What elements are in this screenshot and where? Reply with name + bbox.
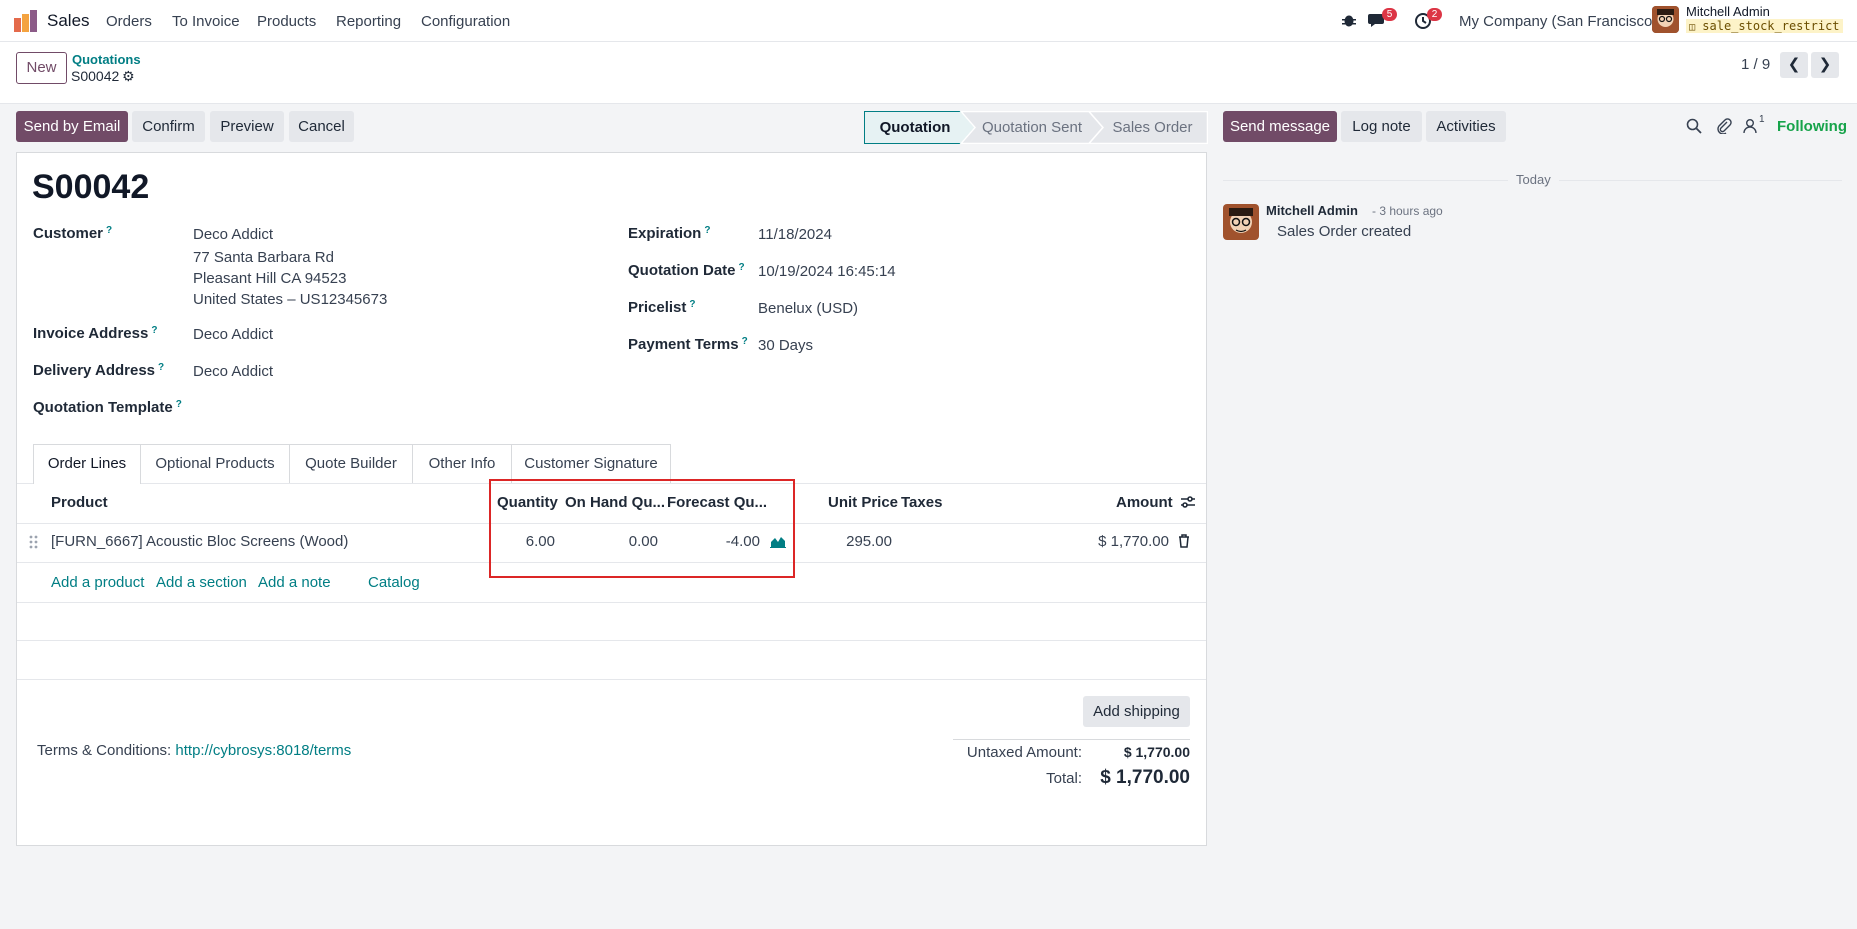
following-button[interactable]: Following <box>1777 118 1847 135</box>
company-switcher[interactable]: My Company (San Francisco) <box>1459 13 1657 30</box>
control-panel: New Quotations S00042 ⚙ 1 / 9 ❮ ❯ <box>0 42 1857 104</box>
user-name[interactable]: Mitchell Admin <box>1686 4 1770 19</box>
invoice-address-label: Invoice Address? <box>33 325 158 342</box>
menu-reporting[interactable]: Reporting <box>336 13 401 30</box>
catalog-link[interactable]: Catalog <box>368 574 420 591</box>
database-name: sale_stock_restrict <box>1702 19 1840 33</box>
message-author-avatar[interactable] <box>1223 204 1259 240</box>
send-by-email-button[interactable]: Send by Email <box>16 111 128 142</box>
message-time: - 3 hours ago <box>1372 204 1443 218</box>
delete-trash-icon[interactable] <box>1178 534 1190 548</box>
pricelist-label: Pricelist? <box>628 299 696 316</box>
followers-user-icon[interactable] <box>1743 118 1757 134</box>
untaxed-amount-value: $ 1,770.00 <box>1123 744 1190 760</box>
tab-order-lines[interactable]: Order Lines <box>33 444 141 484</box>
menu-products[interactable]: Products <box>257 13 316 30</box>
top-navbar: Sales Orders To Invoice Products Reporti… <box>0 0 1857 42</box>
user-avatar[interactable] <box>1652 6 1679 33</box>
quotation-template-label: Quotation Template? <box>33 399 182 416</box>
cancel-button[interactable]: Cancel <box>289 111 354 142</box>
activities-button[interactable]: Activities <box>1426 111 1506 142</box>
empty-row-divider-3 <box>17 679 1206 680</box>
database-badge: ◫ sale_stock_restrict <box>1686 19 1843 33</box>
column-amount[interactable]: Amount <box>1116 494 1173 511</box>
debug-bug-icon[interactable] <box>1341 12 1357 28</box>
add-section-link[interactable]: Add a section <box>156 574 247 591</box>
quotation-date-field[interactable]: 10/19/2024 16:45:14 <box>758 263 896 280</box>
tab-customer-signature[interactable]: Customer Signature <box>511 444 671 483</box>
customer-address-line3: United States – US12345673 <box>193 291 388 308</box>
record-name: S00042 <box>32 168 150 206</box>
log-note-button[interactable]: Log note <box>1341 111 1422 142</box>
payment-terms-label: Payment Terms? <box>628 336 748 353</box>
stage-sales-order[interactable]: Sales Order <box>1100 111 1205 144</box>
stage-quotation-sent[interactable]: Quotation Sent <box>974 111 1090 144</box>
paperclip-icon[interactable] <box>1716 118 1732 135</box>
menu-orders[interactable]: Orders <box>106 13 152 30</box>
expiration-field[interactable]: 11/18/2024 <box>758 226 832 243</box>
optional-columns-sliders-icon[interactable] <box>1180 494 1196 510</box>
column-unit-price[interactable]: Unit Price <box>828 494 898 511</box>
date-separator: Today <box>1508 172 1559 187</box>
drag-handle-icon[interactable] <box>28 534 40 550</box>
totals-divider <box>953 739 1190 740</box>
breadcrumb-current: S00042 <box>71 68 120 84</box>
database-icon: ◫ <box>1689 22 1696 33</box>
app-logo-icon[interactable] <box>14 10 38 32</box>
add-product-link[interactable]: Add a product <box>51 574 144 591</box>
followers-count: 1 <box>1759 114 1765 125</box>
message-author[interactable]: Mitchell Admin <box>1266 203 1358 218</box>
send-message-button[interactable]: Send message <box>1223 111 1337 142</box>
message-body: Sales Order created <box>1277 223 1412 240</box>
untaxed-amount-label: Untaxed Amount: <box>966 744 1082 761</box>
messages-badge: 5 <box>1382 8 1397 21</box>
total-value: $ 1,770.00 <box>1100 767 1190 788</box>
menu-to-invoice[interactable]: To Invoice <box>172 13 240 30</box>
preview-button[interactable]: Preview <box>210 111 284 142</box>
tab-quote-builder[interactable]: Quote Builder <box>289 444 413 483</box>
terms-prefix: Terms & Conditions: <box>37 742 172 759</box>
stage-quotation[interactable]: Quotation <box>864 111 966 144</box>
row-amount: $ 1,770.00 <box>1098 533 1169 550</box>
tab-optional-products[interactable]: Optional Products <box>140 444 290 483</box>
row-product[interactable]: [FURN_6667] Acoustic Bloc Screens (Wood) <box>51 533 348 550</box>
add-shipping-button[interactable]: Add shipping <box>1083 696 1190 727</box>
customer-label: Customer? <box>33 225 113 242</box>
empty-row-divider-2 <box>17 640 1206 641</box>
tab-other-info[interactable]: Other Info <box>412 444 512 483</box>
chevron-right-icon: ❯ <box>1818 56 1832 73</box>
row-unit-price[interactable]: 295.00 <box>820 533 892 550</box>
activities-badge: 2 <box>1427 8 1442 21</box>
invoice-address-field[interactable]: Deco Addict <box>193 326 273 343</box>
record-gear-icon[interactable]: ⚙ <box>122 68 135 85</box>
highlight-box <box>489 479 795 578</box>
customer-field[interactable]: Deco Addict <box>193 226 273 243</box>
empty-row-divider-1 <box>17 602 1206 603</box>
search-icon[interactable] <box>1686 118 1702 134</box>
pager-value[interactable]: 1 / 9 <box>1741 56 1770 73</box>
payment-terms-field[interactable]: 30 Days <box>758 337 813 354</box>
new-button[interactable]: New <box>16 52 67 84</box>
delivery-address-field[interactable]: Deco Addict <box>193 363 273 380</box>
quotation-date-label: Quotation Date? <box>628 262 745 279</box>
customer-address-line1: 77 Santa Barbara Rd <box>193 249 334 266</box>
column-product[interactable]: Product <box>51 494 108 511</box>
pricelist-field[interactable]: Benelux (USD) <box>758 300 858 317</box>
chevron-left-icon: ❮ <box>1787 56 1801 73</box>
column-taxes[interactable]: Taxes <box>901 494 942 511</box>
expiration-label: Expiration? <box>628 225 711 242</box>
add-note-link[interactable]: Add a note <box>258 574 331 591</box>
app-name[interactable]: Sales <box>47 11 90 31</box>
confirm-button[interactable]: Confirm <box>132 111 205 142</box>
quotation-template-field[interactable] <box>193 399 573 419</box>
pager-previous-button[interactable]: ❮ <box>1780 52 1808 78</box>
delivery-address-label: Delivery Address? <box>33 362 165 379</box>
terms-conditions: Terms & Conditions: http://cybrosys:8018… <box>37 742 351 759</box>
menu-configuration[interactable]: Configuration <box>421 13 510 30</box>
breadcrumb-quotations[interactable]: Quotations <box>72 52 141 67</box>
pager-next-button[interactable]: ❯ <box>1811 52 1839 78</box>
customer-address-line2: Pleasant Hill CA 94523 <box>193 270 347 287</box>
terms-link[interactable]: http://cybrosys:8018/terms <box>175 742 351 759</box>
